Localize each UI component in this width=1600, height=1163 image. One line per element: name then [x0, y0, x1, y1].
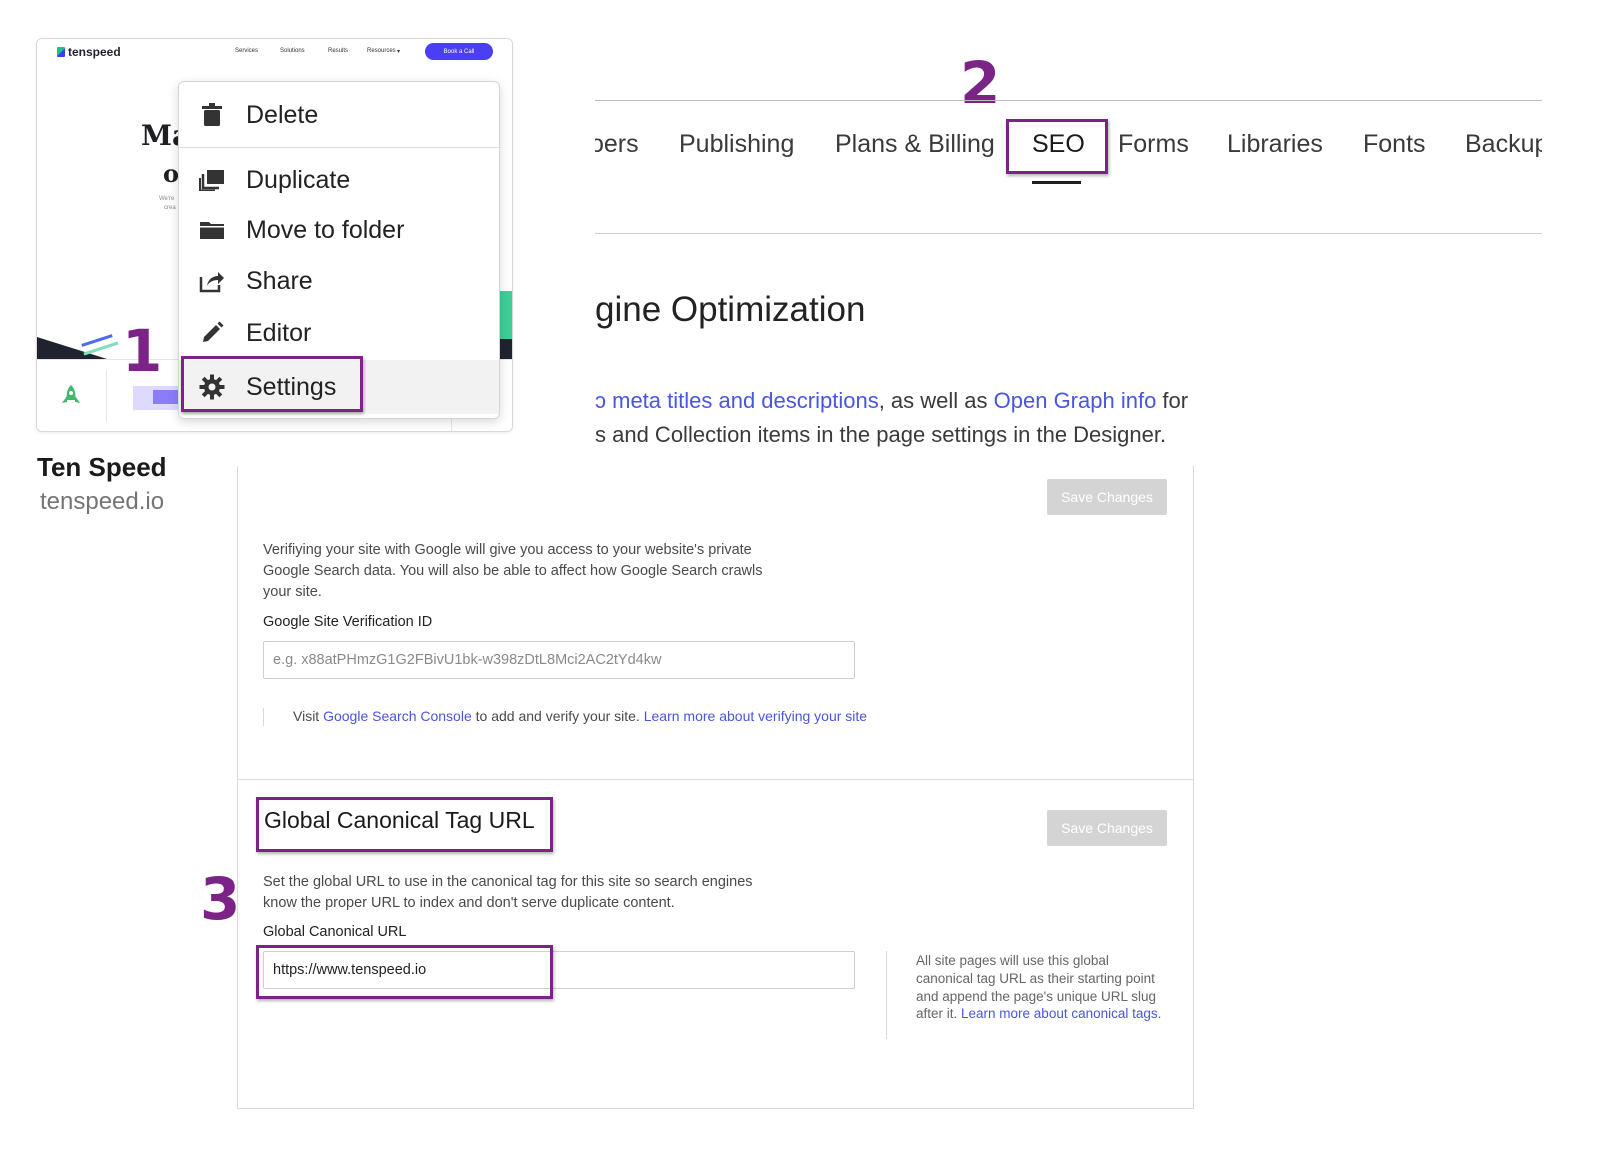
thumbnail-cta: Book a Call: [425, 43, 493, 60]
save-changes-button[interactable]: Save Changes: [1047, 479, 1167, 515]
step-number: 3: [200, 865, 241, 933]
canonical-url-label: Global Canonical URL: [263, 924, 407, 940]
tab-plans-billing[interactable]: Plans & Billing: [835, 130, 995, 159]
duplicate-icon: [199, 167, 225, 193]
menu-item-duplicate[interactable]: Duplicate: [179, 155, 499, 205]
thumbnail-chevron-down-icon: ▾: [397, 49, 401, 55]
menu-item-share[interactable]: Share: [179, 256, 499, 306]
seo-description-text: , as well as: [878, 388, 994, 413]
input-placeholder: e.g. x88atPHmzG1G2FBivU1bk-w398zDtL8Mci2…: [273, 652, 662, 668]
note-text: .: [1157, 1006, 1162, 1022]
menu-item-label: Share: [246, 266, 313, 295]
tab-bar-divider: [595, 233, 1542, 234]
section-divider: [237, 779, 1193, 780]
description-line: your site.: [263, 584, 322, 600]
menu-item-label: Delete: [246, 100, 319, 129]
thumbnail-logo-text: tenspeed: [68, 45, 121, 59]
menu-item-editor[interactable]: Editor: [179, 308, 499, 358]
thumbnail-hero-text: o: [163, 159, 180, 188]
step-number: 1: [122, 317, 163, 385]
thumbnail-nav-item: Services: [235, 48, 259, 54]
description-line: Google Search data. You will also be abl…: [263, 563, 763, 579]
thumbnail-nav-item: Resources: [367, 48, 396, 54]
menu-item-delete[interactable]: Delete: [179, 90, 499, 140]
trash-icon: [199, 102, 225, 128]
menu-item-label: Editor: [246, 318, 312, 347]
tab-forms[interactable]: Forms: [1118, 130, 1189, 159]
google-verification-label: Google Site Verification ID: [263, 614, 433, 630]
thumbnail-nav-item: Solutions: [280, 48, 305, 54]
pencil-icon: [199, 320, 225, 346]
menu-divider: [179, 147, 499, 148]
help-text: Visit: [293, 708, 324, 724]
tab-libraries[interactable]: Libraries: [1227, 130, 1323, 159]
google-verification-description: Verifiying your site with Google will gi…: [263, 540, 763, 603]
rocket-icon: [62, 385, 80, 403]
tab-fonts[interactable]: Fonts: [1363, 130, 1426, 159]
google-verification-help: Visit Google Search Console to add and v…: [293, 706, 867, 727]
page-title: gine Optimization: [595, 290, 866, 329]
settings-highlight: [181, 356, 363, 412]
seo-tab-highlight: [1006, 119, 1108, 174]
site-domain: tenspeed.io: [40, 488, 165, 515]
tab-backups[interactable]: Backup: [1465, 130, 1542, 159]
active-tab-indicator: [1032, 181, 1081, 184]
help-divider: [263, 708, 264, 726]
thumbnail-nav-item: Results: [328, 48, 349, 54]
description-line: know the proper URL to index and don't s…: [263, 895, 675, 911]
canonical-learn-more-link[interactable]: Learn more about canonical tags: [961, 1006, 1158, 1021]
footer-divider: [106, 370, 107, 422]
verify-site-learn-more-link[interactable]: Learn more about verifying your site: [644, 708, 867, 724]
google-search-console-link[interactable]: Google Search Console: [323, 708, 472, 724]
canonical-side-note: All site pages will use this global cano…: [916, 952, 1166, 1023]
canonical-description: Set the global URL to use in the canonic…: [263, 872, 753, 914]
site-name[interactable]: Ten Speed: [37, 452, 167, 483]
tab-members[interactable]: oers: [595, 130, 639, 159]
seo-description-text: for: [1156, 388, 1189, 413]
tab-publishing[interactable]: Publishing: [679, 130, 794, 159]
thumbnail-hero-small: crea: [164, 205, 176, 211]
note-divider: [886, 951, 887, 1039]
menu-item-label: Move to folder: [246, 215, 405, 244]
canonical-title-highlight: [256, 797, 553, 852]
step-number: 2: [960, 49, 1001, 117]
save-changes-button[interactable]: Save Changes: [1047, 810, 1167, 846]
header-divider: [595, 100, 1542, 101]
canonical-input-highlight: [256, 945, 553, 999]
menu-item-move-to-folder[interactable]: Move to folder: [179, 205, 499, 255]
seo-description-text: s and Collection items in the page setti…: [595, 422, 1167, 447]
description-line: Set the global URL to use in the canonic…: [263, 874, 753, 890]
help-text: to add and verify your site.: [471, 708, 644, 724]
menu-item-label: Duplicate: [246, 165, 351, 194]
open-graph-link[interactable]: Open Graph info: [994, 388, 1157, 413]
folder-icon: [199, 217, 225, 243]
seo-description: ↄ meta titles and descriptions, as well …: [595, 384, 1295, 452]
meta-titles-link[interactable]: ↄ meta titles and descriptions: [595, 388, 879, 413]
description-line: Verifiying your site with Google will gi…: [263, 542, 752, 558]
tenspeed-logo-icon: [57, 47, 65, 57]
share-icon: [199, 268, 225, 294]
google-verification-input[interactable]: e.g. x88atPHmzG1G2FBivU1bk-w398zDtL8Mci2…: [263, 641, 855, 679]
thumbnail-hero-small: We're: [159, 196, 175, 202]
thumbnail-logo: tenspeed: [57, 45, 121, 59]
